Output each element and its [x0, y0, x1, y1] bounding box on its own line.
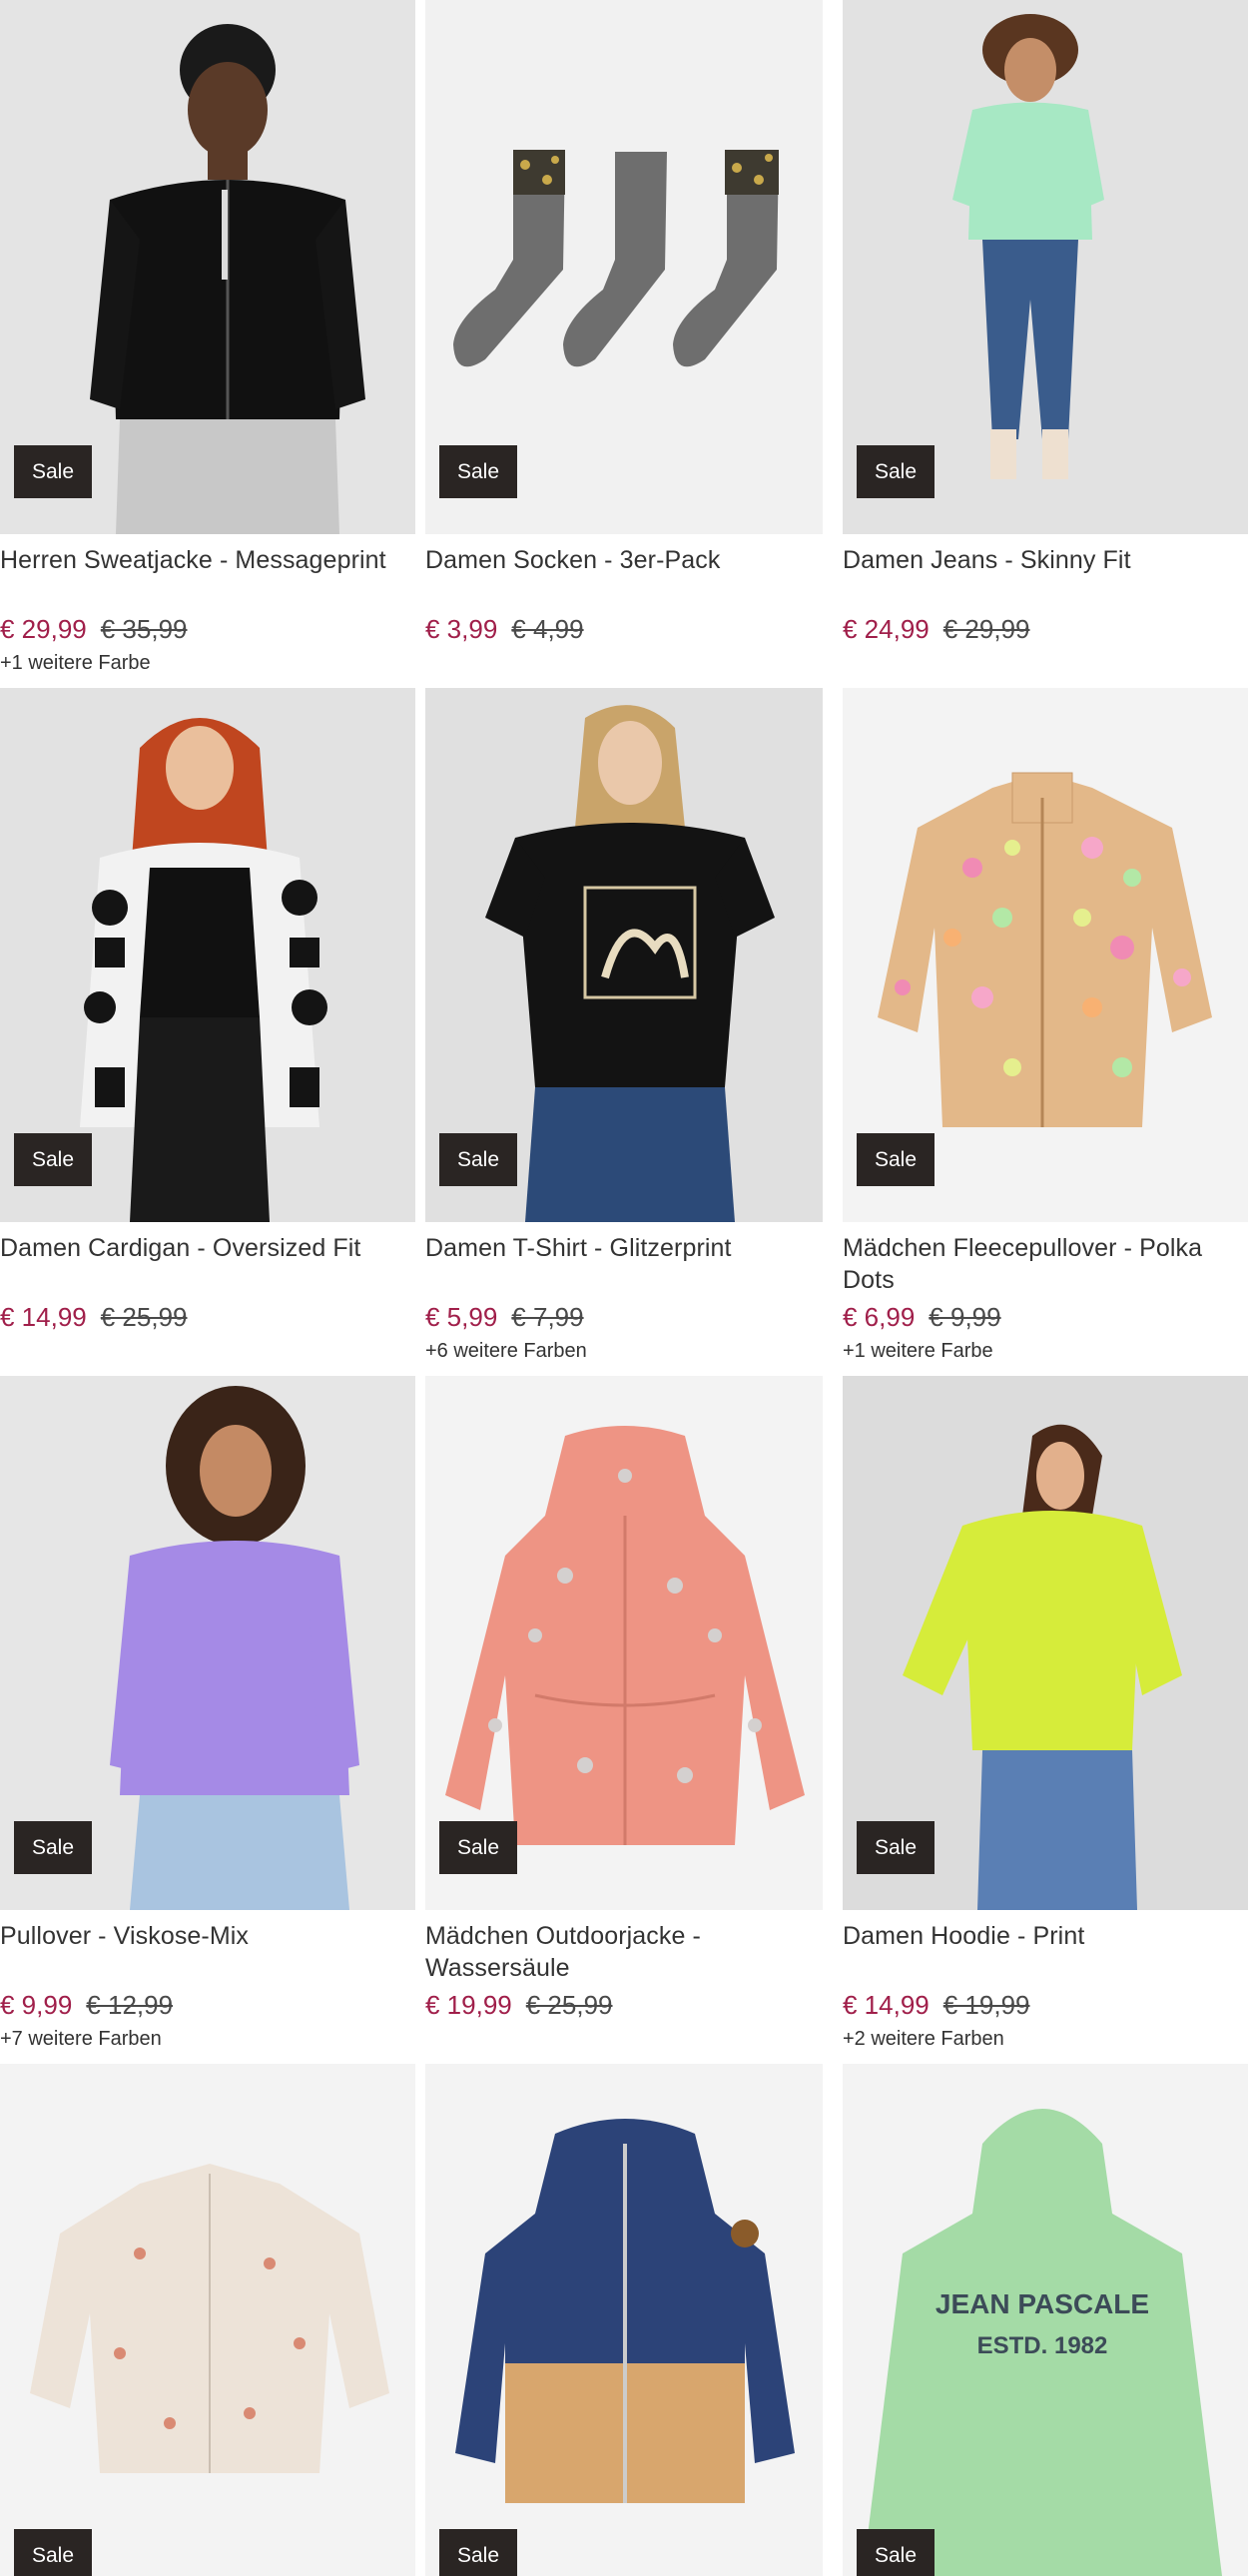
- product-image[interactable]: Sale: [0, 2064, 415, 2576]
- more-colors: +7 weitere Farben: [0, 2028, 162, 2050]
- more-colors: +2 weitere Farben: [843, 2028, 1004, 2050]
- product-name[interactable]: Damen Socken - 3er-Pack: [425, 544, 823, 608]
- product-image[interactable]: Sale: [0, 688, 415, 1222]
- print-line1: JEAN PASCALE: [936, 2288, 1149, 2319]
- product-grid-row-partial: Sale Sale JEAN PASCALE ESTD. 1982 Sale: [0, 2064, 1248, 2576]
- product-image[interactable]: Sale: [425, 688, 823, 1222]
- product-card[interactable]: Sale Mädchen Outdoorjacke - Wassersäule …: [415, 1376, 833, 2064]
- sale-badge: Sale: [14, 445, 92, 498]
- product-image[interactable]: Sale: [425, 0, 823, 534]
- product-image[interactable]: Sale: [843, 0, 1248, 534]
- more-colors: [843, 652, 1248, 676]
- original-price: € 29,99: [942, 614, 1030, 644]
- product-name[interactable]: Damen Hoodie - Print: [843, 1920, 1248, 1984]
- price-row: € 9,99 € 12,99: [0, 1990, 415, 2020]
- original-price: € 25,99: [525, 1990, 613, 2020]
- sale-badge: Sale: [857, 2529, 935, 2576]
- sale-price: € 5,99: [425, 1302, 498, 1332]
- original-price: € 19,99: [942, 1990, 1030, 2020]
- sale-badge: Sale: [857, 1133, 935, 1186]
- price-row: € 19,99 € 25,99: [425, 1990, 823, 2020]
- original-price: € 9,99: [929, 1302, 1001, 1332]
- price-row: € 5,99 € 7,99: [425, 1302, 823, 1332]
- sale-badge: Sale: [439, 1821, 517, 1874]
- sale-price: € 19,99: [425, 1990, 512, 2020]
- sale-price: € 24,99: [843, 614, 930, 644]
- product-card[interactable]: Sale Mädchen Fleecepullover - Polka Dots…: [833, 688, 1248, 1376]
- product-name[interactable]: Mädchen Outdoorjacke - Wassersäule: [425, 1920, 823, 1984]
- more-colors: [425, 652, 823, 676]
- sale-badge: Sale: [14, 1133, 92, 1186]
- sale-badge: Sale: [857, 445, 935, 498]
- sale-price: € 14,99: [0, 1302, 87, 1332]
- original-price: € 25,99: [100, 1302, 188, 1332]
- product-name[interactable]: Damen Jeans - Skinny Fit: [843, 544, 1248, 608]
- more-colors: [0, 1340, 415, 1364]
- more-colors: +6 weitere Farben: [425, 1340, 587, 1362]
- product-image[interactable]: Sale: [425, 1376, 823, 1910]
- product-image[interactable]: JEAN PASCALE ESTD. 1982 Sale: [843, 2064, 1248, 2576]
- sale-price: € 6,99: [843, 1302, 916, 1332]
- original-price: € 7,99: [511, 1302, 584, 1332]
- sale-price: € 3,99: [425, 614, 498, 644]
- product-card[interactable]: Sale Herren Sweatjacke - Messageprint € …: [0, 0, 415, 688]
- product-name[interactable]: Pullover - Viskose-Mix: [0, 1920, 415, 1984]
- sale-badge: Sale: [439, 1133, 517, 1186]
- product-card[interactable]: Sale Damen T-Shirt - Glitzerprint € 5,99…: [415, 688, 833, 1376]
- product-grid: Sale Herren Sweatjacke - Messageprint € …: [0, 0, 1248, 2064]
- price-row: € 3,99 € 4,99: [425, 614, 823, 644]
- original-price: € 12,99: [86, 1990, 174, 2020]
- product-card[interactable]: Sale Pullover - Viskose-Mix € 9,99 € 12,9…: [0, 1376, 415, 2064]
- sale-badge: Sale: [439, 2529, 517, 2576]
- product-card[interactable]: Sale Damen Cardigan - Oversized Fit € 14…: [0, 688, 415, 1376]
- price-row: € 6,99 € 9,99: [843, 1302, 1248, 1332]
- original-price: € 4,99: [511, 614, 584, 644]
- product-card[interactable]: Sale Damen Socken - 3er-Pack € 3,99 € 4,9…: [415, 0, 833, 688]
- sale-price: € 14,99: [843, 1990, 930, 2020]
- price-row: € 14,99 € 19,99: [843, 1990, 1248, 2020]
- product-card[interactable]: Sale: [0, 2064, 415, 2576]
- product-card[interactable]: Sale: [415, 2064, 833, 2576]
- price-row: € 24,99 € 29,99: [843, 614, 1248, 644]
- more-colors: [425, 2028, 823, 2052]
- product-name[interactable]: Damen Cardigan - Oversized Fit: [0, 1232, 415, 1296]
- product-image[interactable]: Sale: [843, 1376, 1248, 1910]
- product-card[interactable]: Sale Damen Hoodie - Print € 14,99 € 19,99…: [833, 1376, 1248, 2064]
- sale-price: € 29,99: [0, 614, 87, 644]
- price-row: € 29,99 € 35,99: [0, 614, 415, 644]
- more-colors: +1 weitere Farbe: [0, 652, 151, 674]
- original-price: € 35,99: [100, 614, 188, 644]
- product-image[interactable]: Sale: [425, 2064, 823, 2576]
- sale-badge: Sale: [439, 445, 517, 498]
- more-colors: +1 weitere Farbe: [843, 1340, 993, 1362]
- print-line2: ESTD. 1982: [977, 2332, 1108, 2359]
- product-name[interactable]: Mädchen Fleecepullover - Polka Dots: [843, 1232, 1248, 1296]
- product-image[interactable]: Sale: [843, 688, 1248, 1222]
- sale-price: € 9,99: [0, 1990, 73, 2020]
- product-image[interactable]: Sale: [0, 1376, 415, 1910]
- product-name[interactable]: Damen T-Shirt - Glitzerprint: [425, 1232, 823, 1296]
- sale-badge: Sale: [14, 1821, 92, 1874]
- product-image[interactable]: Sale: [0, 0, 415, 534]
- price-row: € 14,99 € 25,99: [0, 1302, 415, 1332]
- product-card[interactable]: JEAN PASCALE ESTD. 1982 Sale: [833, 2064, 1248, 2576]
- product-name[interactable]: Herren Sweatjacke - Messageprint: [0, 544, 415, 608]
- sale-badge: Sale: [14, 2529, 92, 2576]
- product-card[interactable]: Sale Damen Jeans - Skinny Fit € 24,99 € 2…: [833, 0, 1248, 688]
- sale-badge: Sale: [857, 1821, 935, 1874]
